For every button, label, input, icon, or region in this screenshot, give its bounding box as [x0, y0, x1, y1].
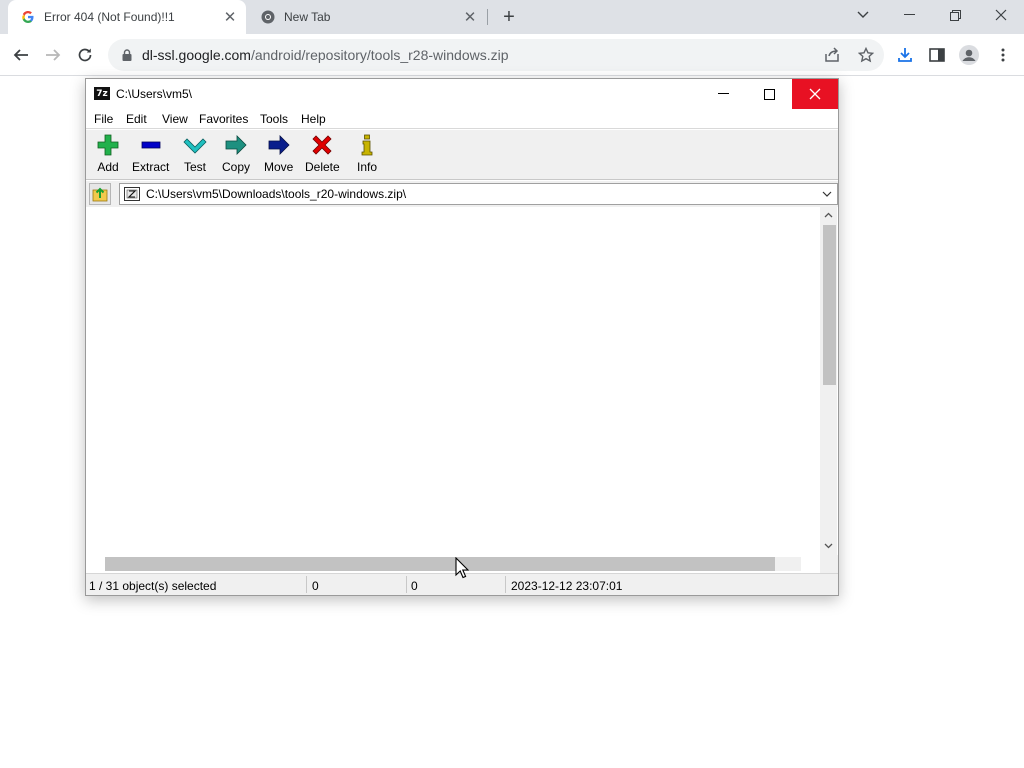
kebab-menu-icon[interactable]	[990, 42, 1016, 68]
sevenzip-window: 7z C:\Users\vm5\ File Edit View Favorite…	[85, 78, 839, 596]
delete-label: Delete	[305, 160, 340, 174]
close-window-icon[interactable]	[792, 79, 838, 109]
browser-tabstrip: Error 404 (Not Found)!!1 ✕ New Tab ✕ +	[0, 0, 1024, 34]
menu-tools[interactable]: Tools	[260, 112, 288, 126]
back-arrow-icon[interactable]	[8, 42, 34, 68]
window-title: C:\Users\vm5\	[116, 87, 193, 101]
url-text: dl-ssl.google.com/android/repository/too…	[142, 47, 509, 63]
bookmark-star-icon[interactable]	[856, 45, 876, 65]
horizontal-scroll-thumb[interactable]	[105, 557, 775, 571]
move-label: Move	[264, 160, 294, 174]
status-modified: 2023-12-12 23:07:01	[511, 579, 623, 593]
tab-title: Error 404 (Not Found)!!1	[44, 10, 175, 24]
maximize-icon[interactable]	[746, 79, 792, 109]
minimize-icon[interactable]	[700, 79, 746, 109]
menu-file[interactable]: File	[94, 112, 113, 126]
status-divider	[505, 576, 506, 593]
status-divider	[306, 576, 307, 593]
sevenzip-titlebar[interactable]: 7z C:\Users\vm5\	[86, 79, 838, 109]
tab-close-icon[interactable]: ✕	[220, 7, 240, 27]
sevenzip-toolbar: Add Extract Test Copy Move Delete Info	[86, 130, 838, 180]
move-arrow-icon	[266, 134, 292, 156]
file-list[interactable]	[86, 207, 838, 573]
tab-search-chevron-icon[interactable]	[840, 0, 886, 30]
status-packed-size: 0	[411, 579, 418, 593]
mouse-cursor-icon	[455, 557, 469, 579]
download-icon[interactable]	[892, 42, 918, 68]
url-path: /android/repository/tools_r28-windows.zi…	[250, 47, 509, 63]
delete-x-icon	[309, 134, 335, 156]
status-size: 0	[312, 579, 319, 593]
copy-button[interactable]: Copy	[222, 134, 250, 178]
copy-label: Copy	[222, 160, 251, 174]
test-label: Test	[183, 160, 206, 174]
menu-bar: File Edit View Favorites Tools Help	[86, 109, 838, 129]
side-panel-icon[interactable]	[924, 42, 950, 68]
tab-error-404[interactable]: Error 404 (Not Found)!!1 ✕	[8, 0, 246, 34]
new-tab-button[interactable]: +	[498, 6, 520, 28]
delete-button[interactable]: Delete	[305, 134, 340, 178]
test-button[interactable]: Test	[182, 134, 208, 178]
address-bar[interactable]: dl-ssl.google.com/android/repository/too…	[108, 39, 884, 71]
lock-icon[interactable]	[120, 49, 134, 61]
horizontal-scrollbar[interactable]	[86, 555, 820, 573]
chevron-down-icon[interactable]	[819, 191, 835, 197]
url-host: dl-ssl.google.com	[142, 47, 251, 63]
add-button[interactable]: Add	[95, 134, 121, 178]
info-i-icon	[354, 134, 380, 156]
extract-minus-icon	[138, 134, 164, 156]
menu-view[interactable]: View	[162, 112, 188, 126]
add-label: Add	[97, 160, 119, 174]
tab-separator	[487, 9, 488, 25]
path-text: C:\Users\vm5\Downloads\tools_r20-windows…	[146, 187, 407, 201]
path-combobox[interactable]: C:\Users\vm5\Downloads\tools_r20-windows…	[119, 183, 838, 205]
extract-label: Extract	[132, 160, 170, 174]
vertical-scroll-thumb[interactable]	[823, 225, 836, 385]
zip-archive-icon	[124, 187, 140, 201]
tab-close-icon[interactable]: ✕	[460, 7, 480, 27]
move-button[interactable]: Move	[264, 134, 293, 178]
path-row: C:\Users\vm5\Downloads\tools_r20-windows…	[86, 181, 838, 207]
folder-up-button[interactable]	[89, 183, 111, 205]
add-plus-icon	[95, 134, 121, 156]
browser-toolbar: dl-ssl.google.com/android/repository/too…	[0, 34, 1024, 76]
google-g-icon	[20, 9, 36, 25]
menu-help[interactable]: Help	[301, 112, 326, 126]
status-selection: 1 / 31 object(s) selected	[89, 579, 217, 593]
profile-avatar-icon[interactable]	[956, 42, 982, 68]
menu-edit[interactable]: Edit	[126, 112, 147, 126]
info-button[interactable]: Info	[354, 134, 380, 178]
tab-new-tab[interactable]: New Tab ✕	[248, 0, 486, 34]
scroll-up-icon[interactable]	[820, 207, 837, 223]
vertical-scrollbar[interactable]	[820, 207, 837, 555]
scrollbar-corner	[820, 555, 838, 573]
close-window-icon[interactable]	[978, 0, 1024, 30]
forward-arrow-icon[interactable]	[40, 42, 66, 68]
tab-title: New Tab	[284, 10, 331, 24]
info-label: Info	[356, 160, 377, 174]
minimize-icon[interactable]	[886, 0, 932, 30]
restore-icon[interactable]	[932, 0, 978, 30]
chrome-icon	[260, 9, 276, 25]
copy-arrow-icon	[223, 134, 249, 156]
folder-up-icon	[92, 187, 108, 202]
menu-favorites[interactable]: Favorites	[199, 112, 248, 126]
sevenzip-logo-icon: 7z	[94, 87, 110, 100]
test-check-icon	[182, 134, 208, 156]
share-icon[interactable]	[822, 45, 842, 65]
status-divider	[406, 576, 407, 593]
scroll-down-icon[interactable]	[820, 538, 837, 554]
reload-icon[interactable]	[72, 42, 98, 68]
extract-button[interactable]: Extract	[132, 134, 169, 178]
